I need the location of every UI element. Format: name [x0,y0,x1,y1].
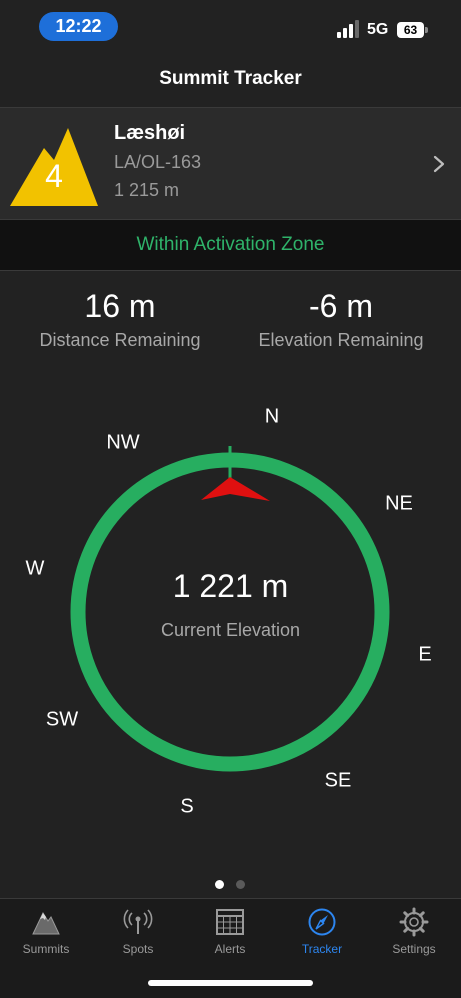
battery-icon: 63 [397,22,424,38]
direction-s: S [180,795,194,818]
direction-e: E [418,643,432,666]
tab-label-settings: Settings [392,942,436,956]
direction-sw: SW [45,708,79,731]
page-dot-active[interactable] [215,880,224,889]
summit-reference: LA/OL-163 [114,152,202,172]
tab-label-alerts: Alerts [214,942,246,956]
page-indicator[interactable] [215,880,249,890]
tab-label-spots: Spots [122,942,154,956]
mountain-icon [32,911,60,935]
status-time[interactable]: 12:22 [39,12,118,41]
gear-icon [399,907,429,937]
home-indicator[interactable] [148,980,313,986]
direction-ne: NE [385,492,413,515]
direction-nw: NW [106,431,140,454]
compass-icon [308,908,336,936]
tab-spots[interactable]: Spots [92,907,184,963]
summit-elevation: 1 215 m [114,180,180,200]
tab-alerts[interactable]: Alerts [184,907,276,963]
distance-remaining-label: Distance Remaining [39,330,201,350]
elevation-remaining-stat: -6 m Elevation Remaining [226,286,456,351]
summit-name: Læshøi [114,122,186,144]
battery-level: 63 [403,23,418,37]
page-dot[interactable] [236,880,245,889]
summit-points: 4 [45,158,63,194]
cellular-signal-icon [337,20,359,38]
tab-tracker[interactable]: Tracker [276,907,368,963]
screen: 12:22 5G 63 Summit Tracker 4 Læshøi LA/O… [0,0,461,998]
network-type: 5G [367,21,389,38]
direction-se: SE [324,769,352,792]
distance-remaining-stat: 16 m Distance Remaining [5,286,235,351]
elevation-remaining-label: Elevation Remaining [258,330,424,350]
current-elevation-value: 1 221 m [172,568,289,604]
tab-label-tracker: Tracker [301,942,343,956]
direction-n: N [264,405,280,428]
summit-card[interactable]: 4 Læshøi LA/OL-163 1 215 m [0,107,461,219]
distance-remaining-value: 16 m [84,288,156,324]
current-elevation-label: Current Elevation [160,620,301,640]
battery-nub [425,27,428,33]
activation-status-banner: Within Activation Zone [0,219,461,271]
heading-pointer-icon [201,477,270,501]
status-bar: 12:22 5G 63 [0,0,461,56]
tab-settings[interactable]: Settings [368,907,460,963]
page-title: Summit Tracker [159,68,302,89]
chevron-right-icon[interactable] [432,154,446,174]
tab-label-summits: Summits [22,942,70,956]
elevation-remaining-value: -6 m [309,288,373,324]
tab-summits[interactable]: Summits [0,907,92,963]
calendar-icon [216,909,244,935]
antenna-icon [123,909,153,934]
